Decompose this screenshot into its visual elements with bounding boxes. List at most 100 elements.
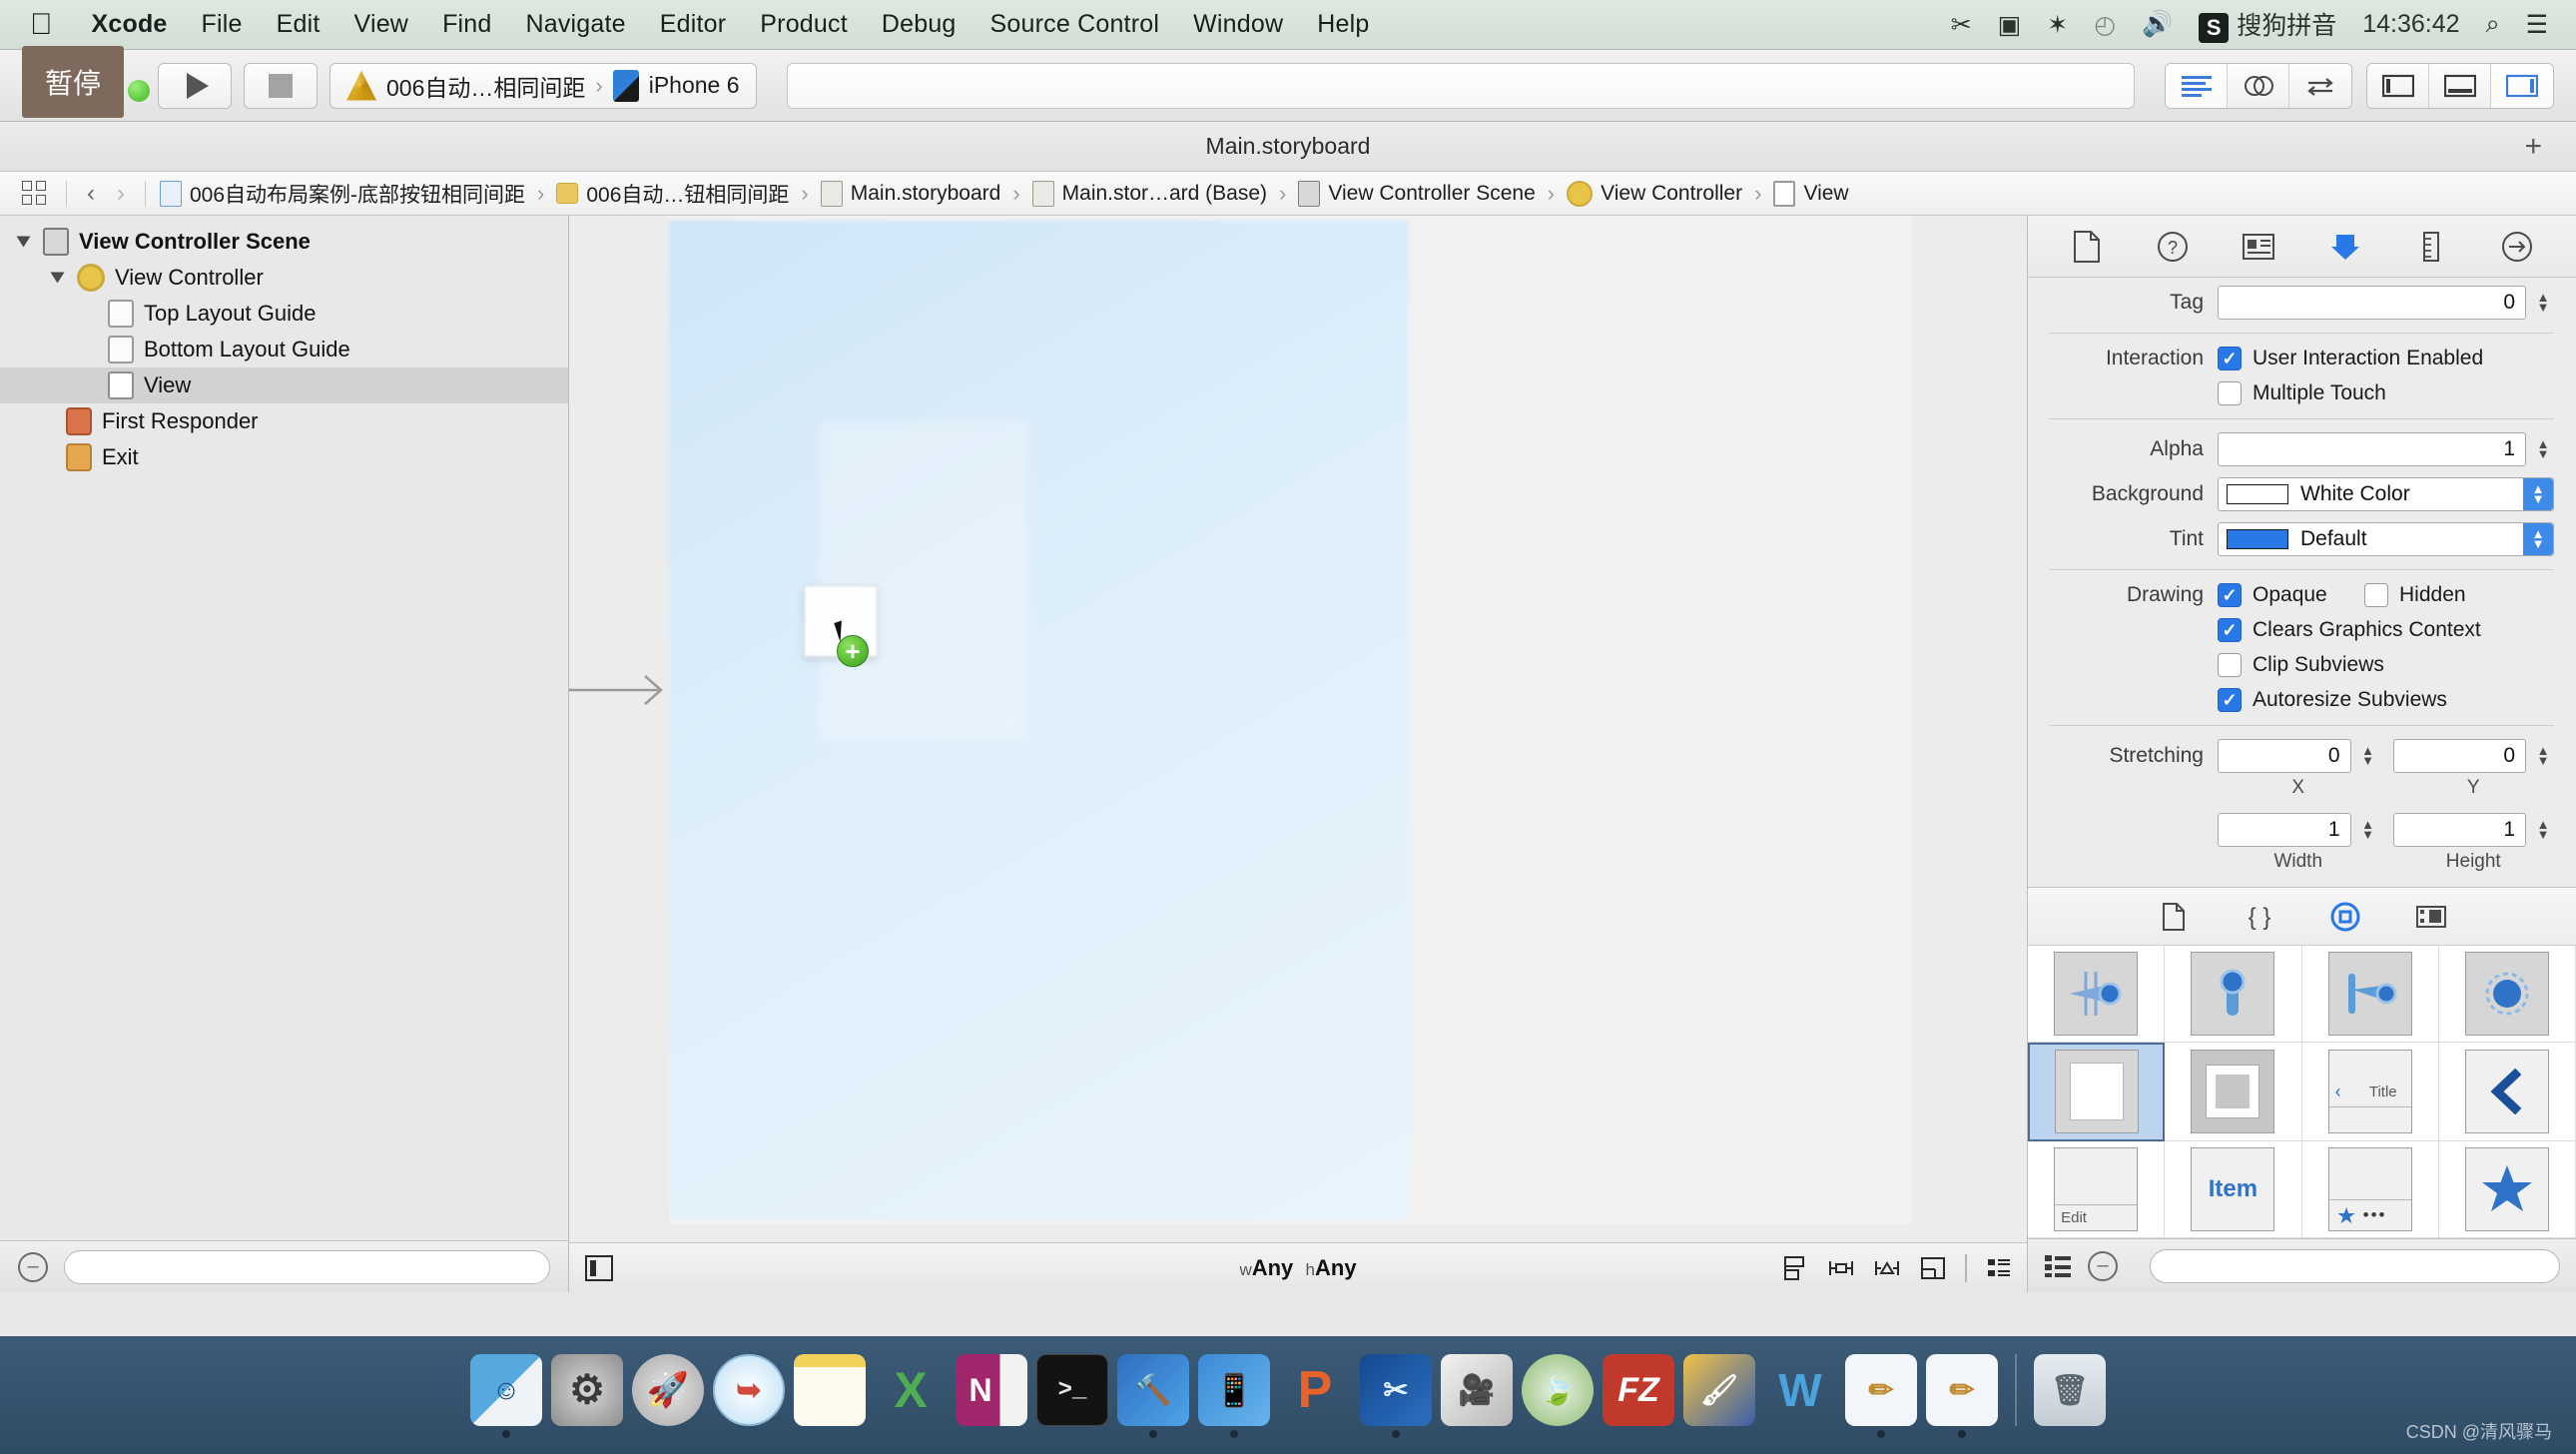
add-editor-button[interactable]: +: [2524, 130, 2542, 164]
library-item-navigation-bar-object[interactable]: ‹ Title: [2301, 1042, 2439, 1142]
autoresize-subviews-checkbox-row[interactable]: Autoresize Subviews: [2218, 688, 2447, 712]
disclosure-triangle-icon[interactable]: [50, 272, 65, 284]
dock-item-xcode-doc-1[interactable]: ✏: [1845, 1354, 1917, 1426]
media-library-tab[interactable]: [2411, 899, 2451, 935]
menu-item-file[interactable]: File: [185, 10, 260, 39]
version-editor-button[interactable]: [2289, 63, 2351, 108]
menu-item-find[interactable]: Find: [425, 10, 508, 39]
multiple-touch-checkbox[interactable]: [2218, 381, 2242, 405]
hidden-checkbox-row[interactable]: Hidden: [2364, 583, 2554, 607]
multiple-touch-checkbox-row[interactable]: Multiple Touch: [2218, 381, 2386, 405]
assistant-editor-button[interactable]: [2228, 63, 2289, 108]
library-item-exit-object[interactable]: [2438, 946, 2576, 1043]
menu-item-edit[interactable]: Edit: [260, 10, 337, 39]
library-item-container-view-object[interactable]: [2165, 1042, 2302, 1142]
screen-record-icon[interactable]: ▣: [1985, 10, 2035, 40]
dock-item-onenote[interactable]: N: [956, 1354, 1027, 1426]
breadcrumb-view-controller[interactable]: View Controller: [1563, 180, 1746, 207]
toggle-debug-area-button[interactable]: [2429, 63, 2491, 108]
dock-item-finder[interactable]: ☺: [470, 1354, 542, 1426]
disclosure-triangle-icon[interactable]: [16, 236, 31, 248]
dock-item-xcode-doc-2[interactable]: ✏: [1926, 1354, 1998, 1426]
spotlight-search-icon[interactable]: ⌕: [2473, 10, 2513, 39]
notification-center-icon[interactable]: ☰: [2513, 10, 2576, 40]
menu-item-window[interactable]: Window: [1176, 10, 1300, 39]
dock-item-screenflow[interactable]: 🎥: [1441, 1354, 1513, 1426]
standard-editor-button[interactable]: [2166, 63, 2228, 108]
file-inspector-tab[interactable]: [2065, 227, 2109, 267]
remove-icon[interactable]: –: [18, 1251, 48, 1282]
stretching-y-input[interactable]: 0: [2392, 739, 2526, 773]
dock-item-safari[interactable]: ➥: [713, 1354, 785, 1426]
tag-stepper[interactable]: ▲ ▼: [2532, 286, 2554, 320]
related-items-icon[interactable]: [22, 180, 48, 207]
tag-input[interactable]: 0: [2218, 286, 2526, 320]
interface-builder-canvas[interactable]: +: [569, 216, 2027, 1242]
tint-color-select[interactable]: Default ▲ ▼: [2218, 522, 2554, 556]
menu-item-source-control[interactable]: Source Control: [973, 10, 1177, 39]
dock-item-notes[interactable]: [794, 1354, 866, 1426]
clip-subviews-checkbox[interactable]: [2218, 653, 2242, 677]
breadcrumb-project[interactable]: 006自动布局案例-底部按钮相同间距: [156, 179, 529, 209]
outline-item-view-controller-scene[interactable]: View Controller Scene: [0, 224, 568, 260]
dock-item-wps-writer[interactable]: W: [1764, 1354, 1836, 1426]
library-item-toolbar-object[interactable]: Edit: [2028, 1141, 2166, 1238]
stretching-width-stepper[interactable]: ▲ ▼: [2357, 813, 2379, 847]
stop-button[interactable]: [244, 62, 318, 109]
breadcrumb-storyboard-base[interactable]: Main.stor…ard (Base): [1028, 180, 1271, 207]
library-remove-icon[interactable]: –: [2088, 1250, 2118, 1281]
dock-item-launchpad[interactable]: 🚀: [632, 1354, 704, 1426]
stretching-x-stepper[interactable]: ▲ ▼: [2357, 739, 2379, 773]
view-controller-device-preview[interactable]: [669, 221, 1408, 1219]
dock-item-xcode[interactable]: 🔨: [1117, 1354, 1189, 1426]
outline-item-view[interactable]: View: [0, 367, 568, 403]
navigate-forward-button[interactable]: ›: [107, 180, 135, 208]
clip-subviews-checkbox-row[interactable]: Clip Subviews: [2218, 653, 2384, 677]
toggle-outline-view-icon[interactable]: [585, 1254, 613, 1281]
connections-inspector-tab[interactable]: [2495, 227, 2539, 267]
alpha-input[interactable]: 1: [2218, 432, 2526, 466]
stretching-y-stepper[interactable]: ▲ ▼: [2532, 739, 2554, 773]
identity-inspector-tab[interactable]: [2237, 227, 2280, 267]
library-item-navigation-item-object[interactable]: [2438, 1042, 2576, 1142]
user-interaction-enabled-checkbox-row[interactable]: User Interaction Enabled: [2218, 347, 2483, 370]
code-snippet-library-tab[interactable]: { }: [2240, 899, 2279, 935]
dock-item-trash[interactable]: 🗑: [2034, 1354, 2106, 1426]
hidden-checkbox[interactable]: [2364, 583, 2388, 607]
align-button-icon[interactable]: [1781, 1254, 1809, 1282]
menu-item-navigate[interactable]: Navigate: [509, 10, 643, 39]
dock-item-paintbrush[interactable]: 🖌: [1683, 1354, 1755, 1426]
menu-item-product[interactable]: Product: [743, 10, 865, 39]
breadcrumb-folder[interactable]: 006自动…钮相同间距: [552, 179, 793, 209]
dock-item-terminal[interactable]: >_: [1036, 1354, 1108, 1426]
outline-item-bottom-layout-guide[interactable]: Bottom Layout Guide: [0, 332, 568, 367]
tint-color-dropdown-arrows-icon[interactable]: ▲ ▼: [2523, 523, 2553, 555]
navigator-filter-input[interactable]: [64, 1249, 550, 1284]
navigate-back-button[interactable]: ‹: [77, 180, 105, 208]
pin-button-icon[interactable]: [1827, 1254, 1855, 1282]
size-class-indicator[interactable]: wAny hAny: [1239, 1255, 1356, 1281]
library-search-input[interactable]: [2150, 1248, 2560, 1283]
bluetooth-icon[interactable]: ✶: [2034, 10, 2081, 40]
dock-item-instruments[interactable]: P: [1279, 1354, 1351, 1426]
library-item-bar-button-item-object[interactable]: Item: [2165, 1141, 2302, 1238]
run-button[interactable]: [158, 62, 232, 109]
menu-item-editor[interactable]: Editor: [643, 10, 744, 39]
dock-item-simulator[interactable]: 📱: [1198, 1354, 1270, 1426]
menu-item-debug[interactable]: Debug: [865, 10, 973, 39]
outline-item-exit[interactable]: Exit: [0, 439, 568, 475]
library-item-tab-bar-item-object[interactable]: [2438, 1141, 2576, 1238]
volume-icon[interactable]: 🔊: [2129, 10, 2186, 39]
clears-graphics-context-checkbox-row[interactable]: Clears Graphics Context: [2218, 618, 2481, 642]
alpha-stepper[interactable]: ▲ ▼: [2532, 432, 2554, 466]
menubar-clock[interactable]: 14:36:42: [2349, 10, 2472, 39]
dock-item-excel[interactable]: X: [875, 1354, 947, 1426]
stretching-width-input[interactable]: 1: [2218, 813, 2351, 847]
background-color-dropdown-arrows-icon[interactable]: ▲ ▼: [2523, 478, 2553, 510]
object-library-tab[interactable]: [2325, 899, 2365, 935]
toggle-navigator-button[interactable]: [2367, 63, 2429, 108]
library-view-mode-icon[interactable]: [2044, 1253, 2072, 1279]
outline-item-top-layout-guide[interactable]: Top Layout Guide: [0, 296, 568, 332]
breadcrumb-scene[interactable]: View Controller Scene: [1294, 180, 1539, 207]
clears-graphics-context-checkbox[interactable]: [2218, 618, 2242, 642]
